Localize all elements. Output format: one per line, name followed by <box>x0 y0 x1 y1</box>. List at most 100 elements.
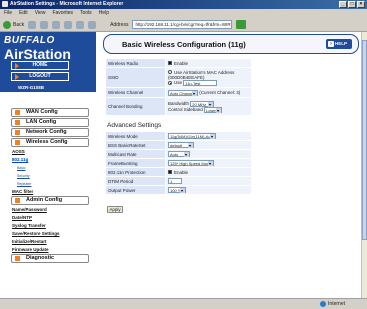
sidebar-item-wan[interactable]: WAN Config <box>11 108 89 117</box>
sideband-select[interactable]: Lower <box>204 106 223 113</box>
ssid-input[interactable]: 11n-Test <box>183 79 218 86</box>
home-icon[interactable] <box>64 20 73 29</box>
radio-cell: Enable <box>165 58 252 68</box>
maximize-button[interactable]: □ <box>348 1 356 8</box>
menu-edit[interactable]: Edit <box>19 9 28 18</box>
refresh-icon[interactable] <box>52 20 61 29</box>
sidebar-item-wireless[interactable]: Wireless Config <box>11 138 89 147</box>
menu-file[interactable]: File <box>4 9 12 18</box>
sidebar-sub-aoss[interactable]: AOSS <box>5 148 89 156</box>
apply-button[interactable]: Apply <box>107 206 123 213</box>
menu-bullet-icon <box>15 256 20 261</box>
advanced-settings-table: Wireless Mode 11g(54M)/11n(11M)-Auto BSS… <box>105 131 252 195</box>
basic-rate-select[interactable]: default <box>168 142 194 148</box>
scrollbar-thumb[interactable] <box>362 40 367 240</box>
arrow-right-icon <box>15 74 19 80</box>
address-input[interactable]: http://192.168.11.1/cgi-bin/cgi?req=tfr&… <box>132 20 233 29</box>
logout-button[interactable]: LOGOUT <box>11 72 69 81</box>
sidebar-sub-save-restore[interactable]: Save/Restore Settings <box>5 230 89 238</box>
table-row: Multicast Rate Auto <box>105 149 252 159</box>
menu-bullet-icon <box>15 198 20 203</box>
status-bar: Internet <box>0 298 367 309</box>
ssid-custom-radio[interactable] <box>168 80 172 85</box>
dtim-input[interactable]: 1 <box>168 178 182 184</box>
page-title: Basic Wireless Configuration (11g) <box>122 40 246 49</box>
menu-bullet-icon <box>15 110 20 115</box>
forward-icon[interactable] <box>28 20 37 29</box>
back-arrow-icon <box>3 20 11 29</box>
close-button[interactable]: × <box>357 1 365 8</box>
menu-view[interactable]: View <box>35 9 46 18</box>
back-button[interactable]: Back <box>3 20 25 29</box>
radio-enable-label: Enable <box>174 60 189 66</box>
sidebar-sub-name-password[interactable]: Name/Password <box>5 206 89 214</box>
output-power-select[interactable]: 100 % <box>168 187 186 193</box>
globe-icon <box>320 301 327 307</box>
table-row: Wireless Mode 11g(54M)/11n(11M)-Auto <box>105 131 252 141</box>
sidebar-sub-basic[interactable]: Basic <box>5 164 89 172</box>
browser-toolbar: Back Address http://192.168.11.1/cgi-bin… <box>0 18 367 32</box>
help-button[interactable]: ? HELP <box>326 39 352 49</box>
protection-enable-label: Enable <box>174 169 189 175</box>
sidebar-sub-security[interactable]: Security <box>5 172 89 180</box>
table-row: 802.11n Protection Enable <box>105 167 252 177</box>
protection-label: 802.11n Protection <box>105 167 166 177</box>
sidebar-menu: WAN Config LAN Config Network Config Wir… <box>5 108 89 264</box>
main-panel: Basic Wireless Configuration (11g) ? HEL… <box>103 34 359 213</box>
favorites-icon[interactable] <box>88 20 97 29</box>
protection-checkbox[interactable] <box>168 170 172 175</box>
sidebar-sub-mac-filter[interactable]: MAC filter <box>5 188 89 196</box>
chevron-down-icon <box>192 90 197 96</box>
basic-rate-cell: default <box>165 140 252 150</box>
chevron-down-icon <box>216 107 222 113</box>
ssid-cell: Use AirStation's MAC Address (000D0B4EEA… <box>165 67 252 88</box>
back-label: Back <box>13 21 25 28</box>
model-name: WZR-G108B <box>18 85 45 90</box>
wireless-mode-select[interactable]: 11g(54M)/11n(11M)-Auto <box>168 133 216 139</box>
basic-settings-table: Wireless Radio Enable SSID Use AirStatio… <box>105 58 252 116</box>
menu-favorites[interactable]: Favorites <box>52 9 73 18</box>
chevron-down-icon <box>208 161 213 166</box>
logout-label: LOGOUT <box>29 73 51 79</box>
minimize-button[interactable]: _ <box>339 1 347 8</box>
sidebar-sub-80211g[interactable]: 802.11g <box>5 156 89 164</box>
sidebar-item-label: Admin Config <box>26 197 63 203</box>
sidebar-item-network[interactable]: Network Config <box>11 128 89 137</box>
basic-rate-label: BSS BasicRateSet <box>105 140 166 150</box>
menu-tools[interactable]: Tools <box>80 9 92 18</box>
chevron-down-icon <box>184 152 189 157</box>
sidebar-item-diagnostic[interactable]: Diagnostic <box>11 254 89 263</box>
menu-help[interactable]: Help <box>99 9 109 18</box>
vertical-scrollbar[interactable] <box>361 32 367 298</box>
go-button[interactable] <box>236 20 247 29</box>
sidebar-sub-repeater[interactable]: Repeater <box>5 180 89 188</box>
bonding-label: Channel Bonding <box>105 97 166 116</box>
table-row: Output Power 100 % <box>105 185 252 195</box>
ie-icon <box>2 1 8 7</box>
wireless-mode-cell: 11g(54M)/11n(11M)-Auto <box>165 131 252 141</box>
sidebar-item-admin[interactable]: Admin Config <box>11 196 89 205</box>
search-icon[interactable] <box>76 20 85 29</box>
home-button[interactable]: HOME <box>11 61 69 70</box>
sidebar-sub-date-ntp[interactable]: Date/NTP <box>5 214 89 222</box>
sidebar-item-label: WAN Config <box>26 109 58 115</box>
page-content: BUFFALO AirStation Wireless LAN Access P… <box>0 32 361 298</box>
table-row: SSID Use AirStation's MAC Address (000D0… <box>105 67 252 88</box>
radio-enable-checkbox[interactable] <box>168 61 172 66</box>
brand-logo: BUFFALO <box>4 35 55 46</box>
multicast-cell: Auto <box>165 149 252 159</box>
stop-icon[interactable] <box>40 20 49 29</box>
protection-cell: Enable <box>165 167 252 177</box>
channel-select[interactable]: Auto Channel <box>168 89 198 96</box>
multicast-select[interactable]: Auto <box>168 151 190 157</box>
sidebar-sub-firmware[interactable]: Firmware Update <box>5 246 89 254</box>
menu-bullet-icon <box>15 140 20 145</box>
window-title-bar: AirStation Settings - Microsoft Internet… <box>0 0 367 9</box>
sidebar-sub-initialize[interactable]: Initialize/Restart <box>5 238 89 246</box>
sidebar-sub-syslog[interactable]: Syslog Transfer <box>5 222 89 230</box>
framebursting-select[interactable]: 125* High Speed Mode <box>168 160 214 166</box>
help-icon: ? <box>328 41 334 47</box>
dtim-label: DTIM Period <box>105 176 166 186</box>
sidebar-item-lan[interactable]: LAN Config <box>11 118 89 127</box>
ssid-custom-label: Use <box>174 79 183 85</box>
